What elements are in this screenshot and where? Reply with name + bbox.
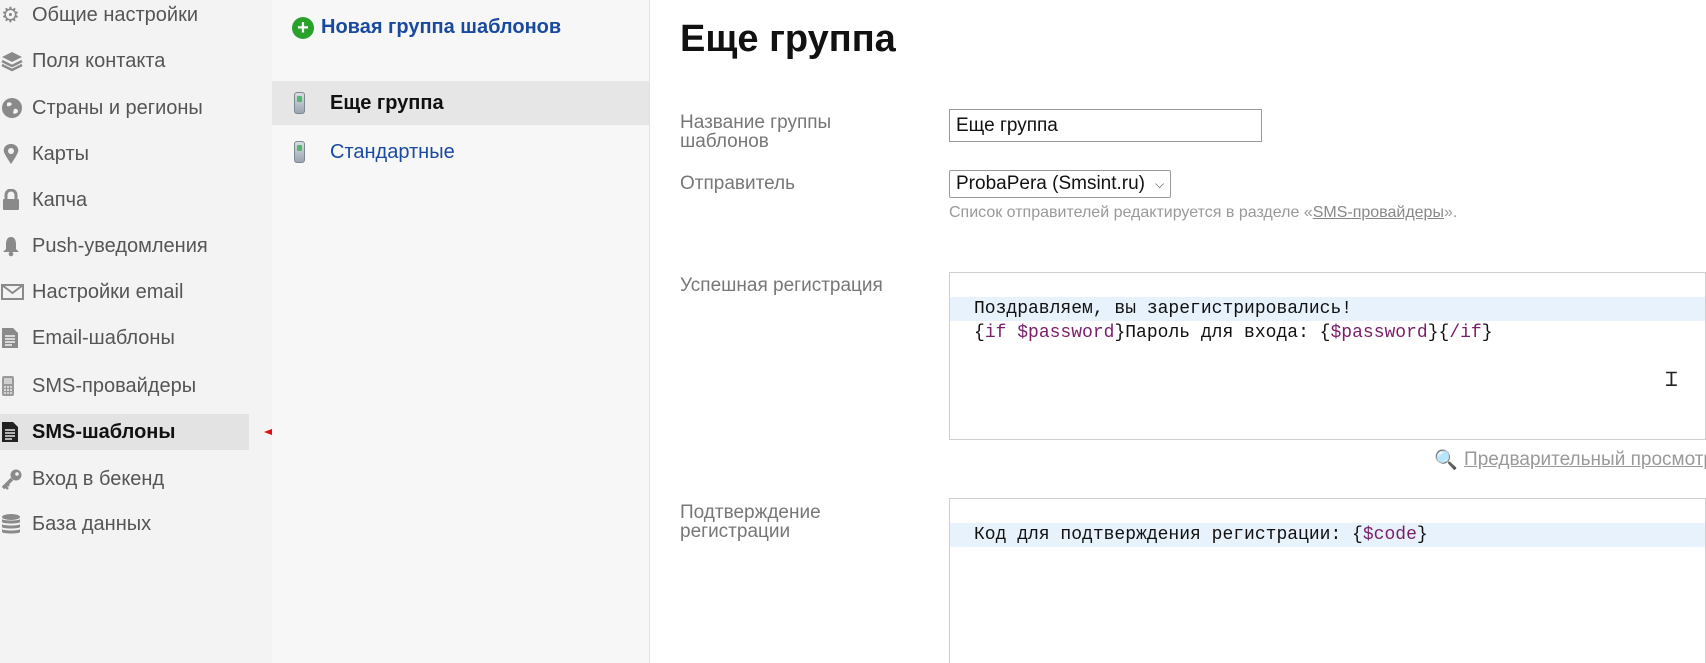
group-item-standard[interactable]: Стандартные [272, 130, 649, 174]
sidebar-item-sms-templates[interactable]: SMS-шаблоны [0, 414, 249, 450]
layers-icon [0, 49, 32, 73]
envelope-icon [0, 280, 32, 304]
document-icon [0, 420, 32, 444]
sender-select-value: ProbaPera (Smsint.ru) [956, 173, 1146, 194]
magnifier-icon: 🔍 [1434, 450, 1459, 471]
sender-select[interactable]: ProbaPera (Smsint.ru) ⌵ [949, 170, 1172, 198]
sidebar-item-backend-login[interactable]: Вход в бекенд [0, 461, 249, 497]
sidebar-item-email-templates[interactable]: Email-шаблоны [0, 320, 249, 356]
success-registration-editor[interactable]: Поздравляем, вы зарегистрировались! {if … [949, 272, 1706, 440]
sidebar-item-label: Капча [32, 188, 88, 211]
sidebar-item-label: Push-уведомления [32, 234, 208, 257]
sidebar-item-label: Настройки email [32, 280, 184, 303]
sidebar-item-label: SMS-шаблоны [32, 420, 176, 443]
sidebar-item-email-settings[interactable]: Настройки email [0, 274, 249, 310]
sidebar-item-label: SMS-провайдеры [32, 374, 197, 397]
confirm-registration-label: Подтверждение регистрации [680, 502, 821, 542]
success-registration-label: Успешная регистрация [680, 275, 883, 296]
database-icon [0, 512, 32, 536]
sidebar-item-label: Страны и регионы [32, 96, 203, 119]
settings-sidebar: ⚙ Общие настройки Поля контакта Страны и… [0, 0, 272, 663]
group-item-label: Еще группа [330, 91, 444, 114]
phone-icon [0, 374, 32, 398]
code-line: {if $password}Пароль для входа: {$passwo… [974, 323, 1493, 343]
template-groups-panel: + Новая группа шаблонов Еще группа Станд… [272, 0, 650, 663]
globe-icon [0, 96, 32, 120]
sidebar-item-contact-fields[interactable]: Поля контакта [0, 43, 249, 79]
preview-link[interactable]: 🔍 Предварительный просмотр [1434, 448, 1706, 472]
sidebar-item-label: Поля контакта [32, 49, 166, 72]
key-icon [0, 467, 32, 491]
sender-label: Отправитель [680, 173, 796, 194]
map-pin-icon [0, 142, 32, 166]
plus-icon: + [292, 16, 314, 39]
preview-link-label: Предварительный просмотр [1464, 449, 1706, 470]
new-template-group-button[interactable]: + Новая группа шаблонов [292, 16, 561, 39]
sidebar-item-label: Общие настройки [32, 3, 198, 26]
code-line: Поздравляем, вы зарегистрировались! [950, 297, 1705, 321]
new-template-group-label: Новая группа шаблонов [321, 16, 562, 38]
gear-icon: ⚙ [1, 3, 20, 27]
sidebar-item-label: Email-шаблоны [32, 326, 175, 349]
main-content: Еще группа Название группы шаблонов Отпр… [650, 0, 1706, 663]
sms-providers-link[interactable]: SMS-провайдеры [1313, 204, 1444, 221]
page-title: Еще группа [680, 18, 896, 60]
lock-icon [0, 188, 32, 212]
sidebar-item-sms-providers[interactable]: SMS-провайдеры [0, 368, 249, 404]
group-name-input[interactable] [949, 109, 1262, 142]
sidebar-item-countries-regions[interactable]: Страны и регионы [0, 90, 249, 126]
sender-hint: Список отправителей редактируется в разд… [949, 204, 1458, 221]
sidebar-item-general-settings[interactable]: ⚙ Общие настройки [0, 0, 249, 33]
sidebar-item-push-notifications[interactable]: Push-уведомления [0, 228, 249, 264]
code-line: Код для подтверждения регистрации: {$cod… [950, 523, 1705, 547]
sidebar-item-maps[interactable]: Карты [0, 136, 249, 172]
mobile-phone-icon [294, 141, 330, 163]
sidebar-item-label: Карты [32, 142, 89, 165]
text-cursor-icon: Ɪ [1665, 367, 1677, 391]
sidebar-item-captcha[interactable]: Капча [0, 182, 249, 218]
chevron-down-icon: ⌵ [1155, 176, 1165, 191]
sidebar-item-label: Вход в бекенд [32, 467, 165, 490]
group-item-label: Стандартные [330, 140, 455, 163]
confirm-registration-editor[interactable]: Код для подтверждения регистрации: {$cod… [949, 498, 1706, 663]
mobile-phone-icon [294, 92, 330, 114]
group-name-label: Название группы шаблонов [680, 112, 832, 152]
document-icon [0, 326, 32, 350]
sidebar-item-database[interactable]: База данных [0, 506, 249, 542]
bell-icon [0, 234, 32, 258]
group-item-active[interactable]: Еще группа [272, 81, 649, 125]
sidebar-item-label: База данных [32, 512, 152, 535]
